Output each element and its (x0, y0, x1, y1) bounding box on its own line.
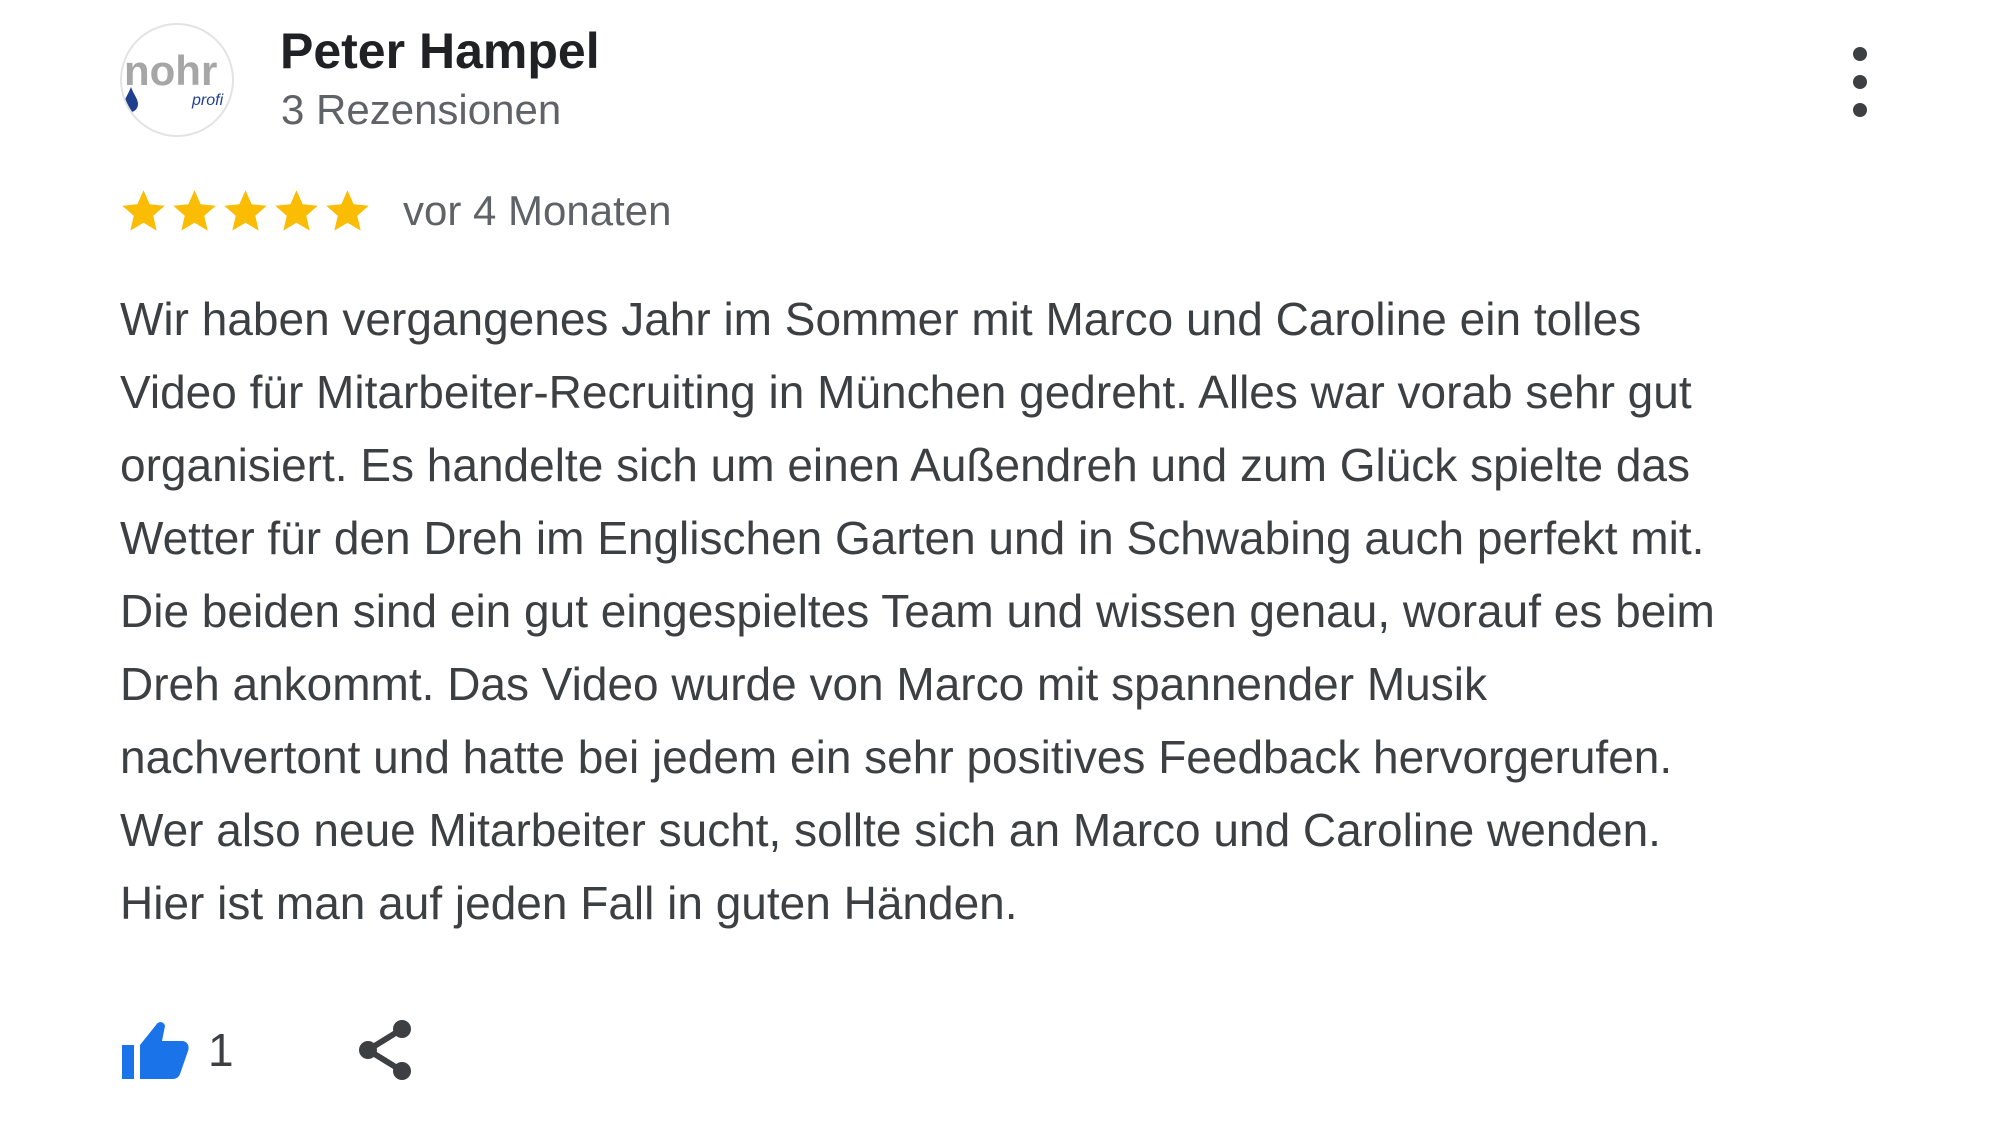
review-text-line: Wir haben vergangenes Jahr im Sommer mit… (120, 293, 1642, 345)
review-count[interactable]: 3 Rezensionen (281, 86, 561, 134)
review-date: vor 4 Monaten (403, 187, 672, 234)
more-vert-icon (1853, 47, 1867, 117)
like-count: 1 (208, 1024, 234, 1076)
review-actions: 1 (120, 1010, 416, 1090)
star-icon (275, 189, 318, 231)
review-text-line: organisiert. Es handelte sich um einen A… (120, 439, 1690, 491)
share-button[interactable] (354, 1017, 416, 1083)
review-text-line: Dreh ankommt. Das Video wurde von Marco … (120, 658, 1487, 710)
logo-word: nohr (124, 47, 217, 94)
avatar[interactable]: nohr profi (120, 23, 234, 137)
star-icon (122, 189, 165, 231)
review-card: nohr profi Peter Hampel 3 Rezensionen vo… (0, 0, 2000, 1125)
star-icon (224, 189, 267, 231)
rating-row: vor 4 Monaten (118, 180, 672, 242)
review-text-line: Wetter für den Dreh im Englischen Garten… (120, 512, 1705, 564)
star-rating (118, 186, 373, 237)
review-text-line: nachvertont und hatte bei jedem ein sehr… (120, 731, 1673, 783)
review-text-line: Wer also neue Mitarbeiter sucht, sollte … (120, 804, 1661, 856)
review-text: Wir haben vergangenes Jahr im Sommer mit… (120, 283, 1900, 940)
review-text-line: Die beiden sind ein gut eingespieltes Te… (120, 585, 1715, 637)
review-text-line: Video für Mitarbeiter-Recruiting in Münc… (120, 366, 1692, 418)
share-icon (358, 1020, 411, 1080)
more-options-button[interactable] (1836, 44, 1884, 120)
star-icon (326, 189, 369, 231)
thumbs-up-icon (122, 1022, 189, 1079)
like-button[interactable]: 1 (120, 1019, 234, 1081)
company-logo: nohr profi (124, 47, 224, 112)
star-icon (173, 189, 216, 231)
logo-sub: profi (191, 92, 224, 109)
author-name[interactable]: Peter Hampel (280, 22, 600, 80)
review-text-line: Hier ist man auf jeden Fall in guten Hän… (120, 877, 1018, 929)
